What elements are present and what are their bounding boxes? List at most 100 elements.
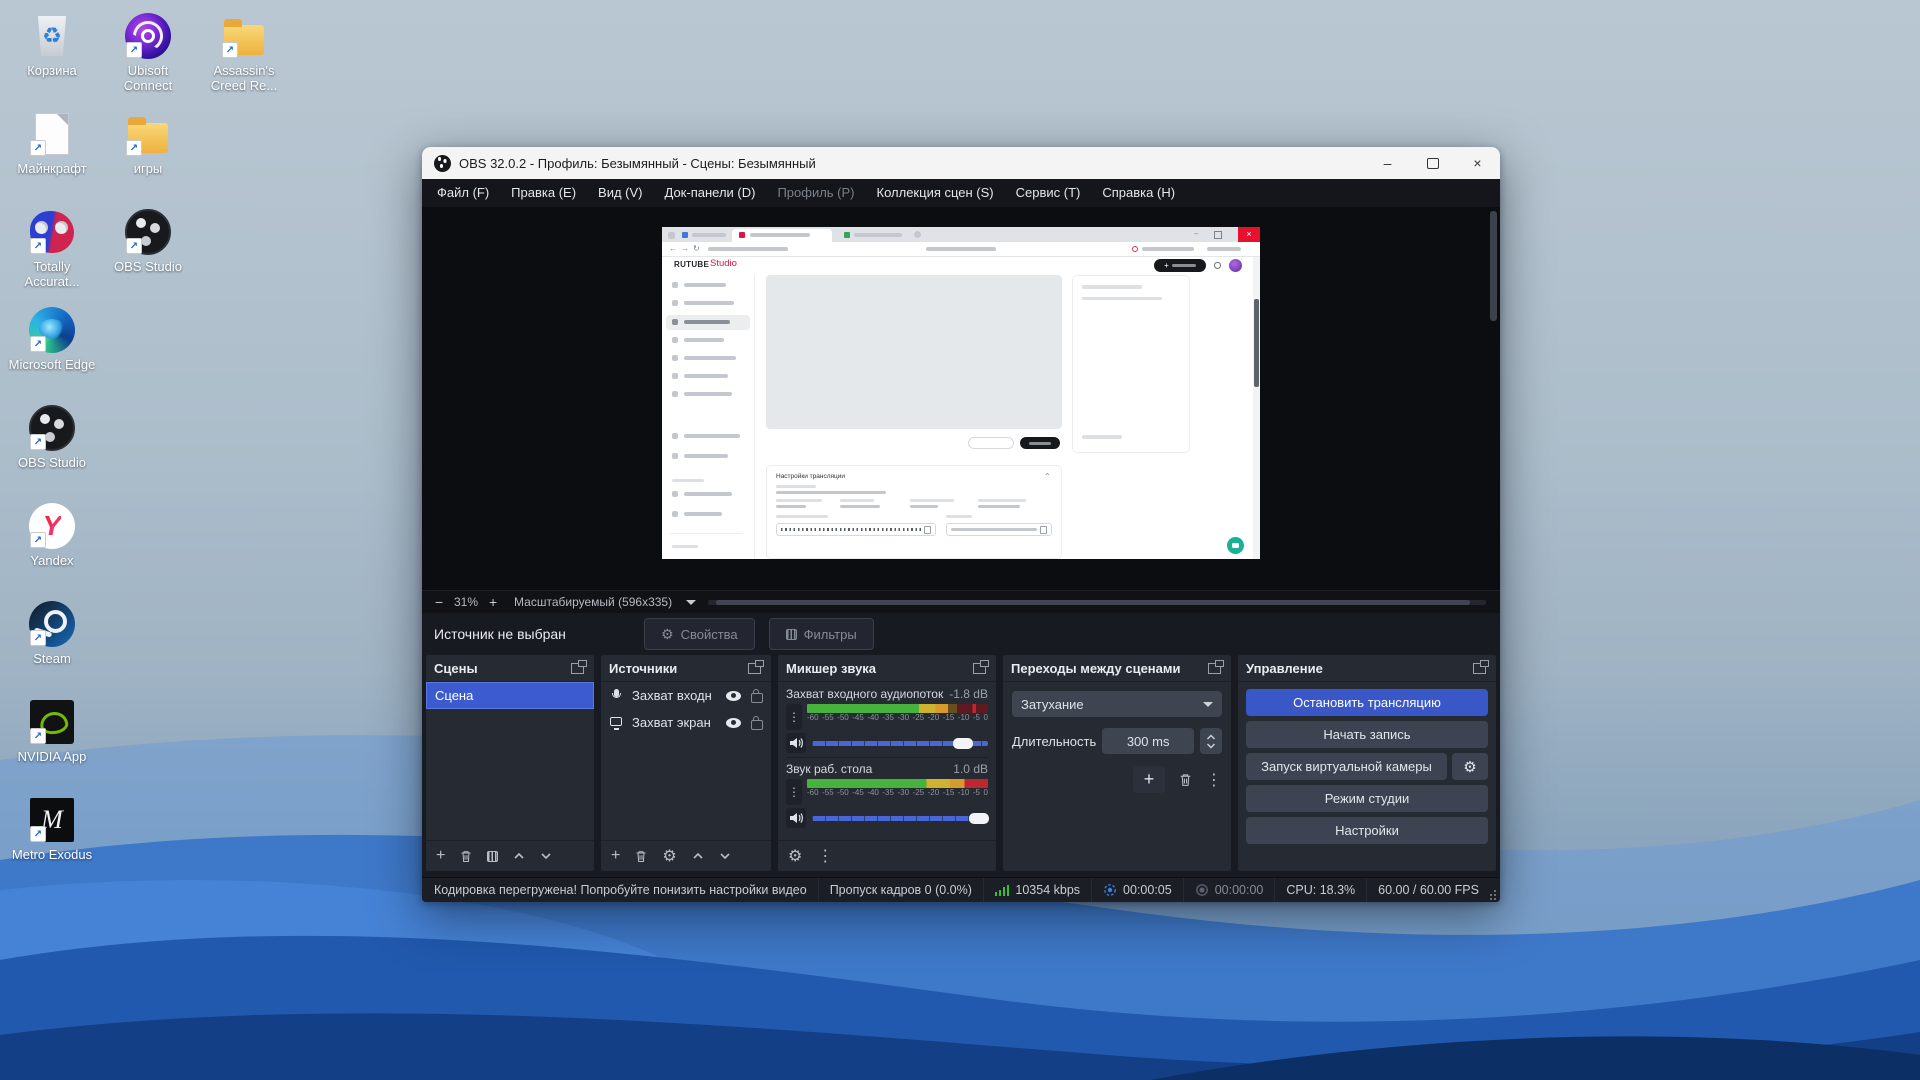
move-scene-down-button[interactable] — [540, 852, 552, 860]
menu-item[interactable]: Профиль (P) — [766, 179, 865, 207]
desktop-icon[interactable]: ↗ OBS Studio — [102, 202, 194, 300]
mock-secondary-button — [968, 437, 1014, 449]
desktop-icon[interactable]: ↗ Yandex — [6, 496, 98, 594]
lock-icon[interactable] — [751, 720, 763, 730]
duration-spinbox[interactable]: 300 ms — [1102, 728, 1194, 754]
desktop-icon-image: ↗ — [124, 12, 172, 60]
selected-source-label: Источник не выбран — [434, 626, 644, 642]
scrollbar-thumb[interactable] — [1490, 211, 1497, 321]
menu-item[interactable]: Сервис (T) — [1005, 179, 1092, 207]
desktop-icon[interactable]: ↗ Ubisoft Connect — [102, 6, 194, 104]
filters-button[interactable]: Фильтры — [769, 618, 874, 650]
zoom-out-button[interactable]: − — [430, 594, 448, 610]
chevron-up-icon[interactable] — [1206, 734, 1216, 740]
mute-button[interactable] — [786, 808, 806, 828]
mixer-channel: Захват входного аудиопоток -1.8 dB ⋮ -60… — [786, 687, 988, 753]
transitions-panel-header[interactable]: Переходы между сценами — [1003, 655, 1231, 682]
slider-handle[interactable] — [969, 813, 989, 824]
menu-item[interactable]: Вид (V) — [587, 179, 653, 207]
preview-horizontal-scrollbar[interactable] — [708, 600, 1486, 605]
advanced-audio-button[interactable]: ⚙ — [788, 846, 802, 866]
popout-icon[interactable] — [1473, 663, 1486, 674]
sources-list[interactable]: Захват входн Захват экран — [601, 682, 771, 840]
transition-dropdown[interactable]: Затухание — [1012, 691, 1222, 717]
desktop-icon[interactable]: ↗ OBS Studio — [6, 398, 98, 496]
desktop-icon[interactable]: ↗ Totally Accurat... — [6, 202, 98, 300]
transition-menu-button[interactable]: ⋮ — [1206, 770, 1222, 790]
lock-icon[interactable] — [751, 693, 763, 703]
popout-icon[interactable] — [748, 663, 761, 674]
remove-transition-button[interactable] — [1179, 773, 1192, 787]
scenes-panel-header[interactable]: Сцены — [426, 655, 594, 682]
properties-button[interactable]: ⚙ Свойства — [644, 618, 755, 650]
sources-panel-header[interactable]: Источники — [601, 655, 771, 682]
close-button[interactable]: × — [1455, 147, 1500, 179]
menu-item[interactable]: Справка (H) — [1091, 179, 1186, 207]
slider-handle[interactable] — [953, 738, 973, 749]
desktop-icon[interactable]: ↗ Майнкрафт — [6, 104, 98, 202]
controls-panel-header[interactable]: Управление — [1238, 655, 1496, 682]
source-item[interactable]: Захват экран — [601, 709, 771, 736]
desktop-icon[interactable]: ↗ Steam — [6, 594, 98, 692]
source-properties-button[interactable]: ⚙ — [662, 846, 676, 866]
start-recording-button[interactable]: Начать запись — [1246, 721, 1488, 748]
desktop-icon[interactable]: ↗ Корзина — [6, 6, 98, 104]
mock-sidebar-icon — [672, 337, 678, 343]
maximize-button[interactable] — [1410, 147, 1455, 179]
zoom-in-button[interactable]: + — [484, 594, 502, 610]
meter-tick-label: -10 — [958, 714, 970, 722]
desktop-icon[interactable]: ↗ Assassin's Creed Re... — [198, 6, 290, 104]
move-source-down-button[interactable] — [719, 852, 731, 860]
remove-source-button[interactable] — [635, 850, 647, 863]
visibility-eye-icon[interactable] — [726, 718, 741, 728]
popout-icon[interactable] — [973, 663, 986, 674]
resize-grip[interactable] — [1490, 883, 1497, 897]
move-source-up-button[interactable] — [692, 852, 704, 860]
volume-slider[interactable] — [812, 808, 988, 828]
desktop-icon[interactable]: ↗ Metro Exodus — [6, 790, 98, 888]
preview-vertical-scrollbar[interactable] — [1490, 211, 1497, 586]
preview-canvas[interactable]: – × ← → ↻ RUTUBE Studio + — [662, 227, 1260, 559]
scene-filters-button[interactable] — [487, 851, 498, 862]
scale-mode-label[interactable]: Масштабируемый (596x335) — [514, 595, 672, 609]
remove-scene-button[interactable] — [460, 850, 472, 863]
mute-button[interactable] — [786, 733, 806, 753]
desktop-icon[interactable]: ↗ игры — [102, 104, 194, 202]
back-icon: ← — [669, 242, 677, 256]
mixer-body: Захват входного аудиопоток -1.8 dB ⋮ -60… — [778, 682, 996, 840]
mixer-panel-header[interactable]: Микшер звука — [778, 655, 996, 682]
scrollbar-thumb[interactable] — [716, 600, 1471, 605]
channel-menu-button[interactable]: ⋮ — [786, 779, 802, 805]
source-item[interactable]: Захват входн — [601, 682, 771, 709]
menu-item[interactable]: Коллекция сцен (S) — [866, 179, 1005, 207]
virtual-camera-settings-button[interactable]: ⚙ — [1452, 753, 1488, 780]
menu-item[interactable]: Правка (E) — [500, 179, 587, 207]
menu-item[interactable]: Файл (F) — [426, 179, 500, 207]
move-scene-up-button[interactable] — [513, 852, 525, 860]
scene-item[interactable]: Сцена — [426, 682, 594, 709]
volume-slider[interactable] — [812, 733, 988, 753]
minimize-button[interactable]: – — [1365, 147, 1410, 179]
popout-icon[interactable] — [571, 663, 584, 674]
scenes-list[interactable]: Сцена — [426, 682, 594, 840]
menu-item[interactable]: Док-панели (D) — [654, 179, 767, 207]
duration-spinner-arrows[interactable] — [1200, 728, 1222, 754]
virtual-camera-button[interactable]: Запуск виртуальной камеры — [1246, 753, 1447, 780]
channel-menu-button[interactable]: ⋮ — [786, 704, 802, 730]
desktop-icon-label: Metro Exodus — [12, 848, 92, 863]
chevron-down-icon[interactable] — [686, 600, 696, 610]
chevron-down-icon[interactable] — [1206, 743, 1216, 749]
add-transition-button[interactable]: + — [1133, 766, 1165, 793]
add-source-button[interactable]: + — [611, 847, 620, 865]
window-titlebar[interactable]: OBS 32.0.2 - Профиль: Безымянный - Сцены… — [422, 147, 1500, 179]
desktop-icon[interactable]: ↗ Microsoft Edge — [6, 300, 98, 398]
add-scene-button[interactable]: + — [436, 847, 445, 865]
preview-area[interactable]: – × ← → ↻ RUTUBE Studio + — [422, 207, 1500, 590]
settings-button[interactable]: Настройки — [1246, 817, 1488, 844]
popout-icon[interactable] — [1208, 663, 1221, 674]
desktop-icon[interactable]: ↗ NVIDIA App — [6, 692, 98, 790]
stop-streaming-button[interactable]: Остановить трансляцию — [1246, 689, 1488, 716]
visibility-eye-icon[interactable] — [726, 691, 741, 701]
studio-mode-button[interactable]: Режим студии — [1246, 785, 1488, 812]
mixer-menu-button[interactable]: ⋮ — [817, 846, 833, 866]
